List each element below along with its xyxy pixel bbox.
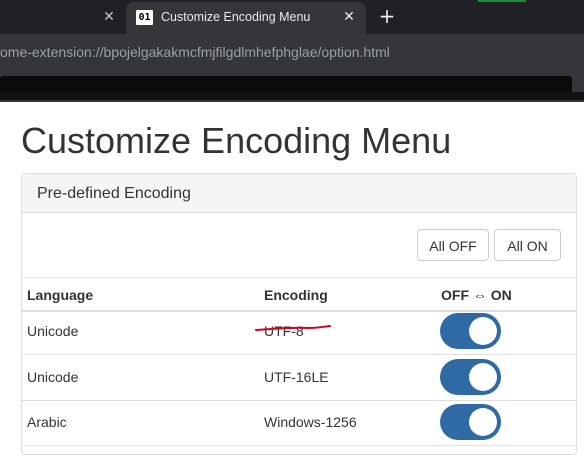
close-icon[interactable]: ✕ [341,9,357,25]
header-language: Language [27,287,94,303]
panel-title: Pre-defined Encoding [37,185,191,202]
plus-icon[interactable]: + [376,5,398,27]
tab-title: Customize Encoding Menu [161,10,311,24]
encoding-panel: Pre-defined Encoding All OFF All ON Lang… [21,173,577,455]
cell-language: Unicode [27,369,79,385]
page-title: Customize Encoding Menu [21,120,452,161]
cell-language: Arabic [27,414,67,430]
encoding-toggle[interactable] [440,313,501,349]
tab-previous[interactable]: ✕ [0,0,126,34]
encoding-toggle[interactable] [440,404,501,440]
header-toggle: OFF ⇔ ON [441,287,512,303]
redaction-mark [0,92,584,100]
panel-heading: Pre-defined Encoding [22,174,576,213]
cell-encoding: UTF-16LE [264,369,329,385]
annotation-underline [255,325,331,331]
all-on-button[interactable]: All ON [494,229,561,261]
table-row: Arabic Windows-1256 [22,400,576,446]
toggle-knob [469,317,497,345]
toggle-knob [469,408,497,436]
extension-indicator [478,0,526,2]
all-off-button[interactable]: All OFF [417,229,489,261]
tab-active[interactable]: 01 Customize Encoding Menu ✕ [126,2,366,34]
tab-strip: ✕ 01 Customize Encoding Menu ✕ + [0,0,584,34]
encoding-toggle[interactable] [440,359,501,395]
url-text[interactable]: ome-extension://bpojelgakakmcfmjfilgdlmh… [0,44,390,60]
address-bar[interactable]: ome-extension://bpojelgakakmcfmjfilgdlmh… [0,34,584,70]
table-row: Unicode UTF-16LE [22,355,576,401]
toggle-knob [469,363,497,391]
table-header: Language Encoding OFF ⇔ ON [22,277,576,312]
header-encoding: Encoding [264,287,328,303]
cell-language: Unicode [27,323,79,339]
favicon-icon: 01 [136,10,153,25]
cell-encoding: Windows-1256 [264,414,357,430]
close-icon[interactable]: ✕ [101,9,117,25]
